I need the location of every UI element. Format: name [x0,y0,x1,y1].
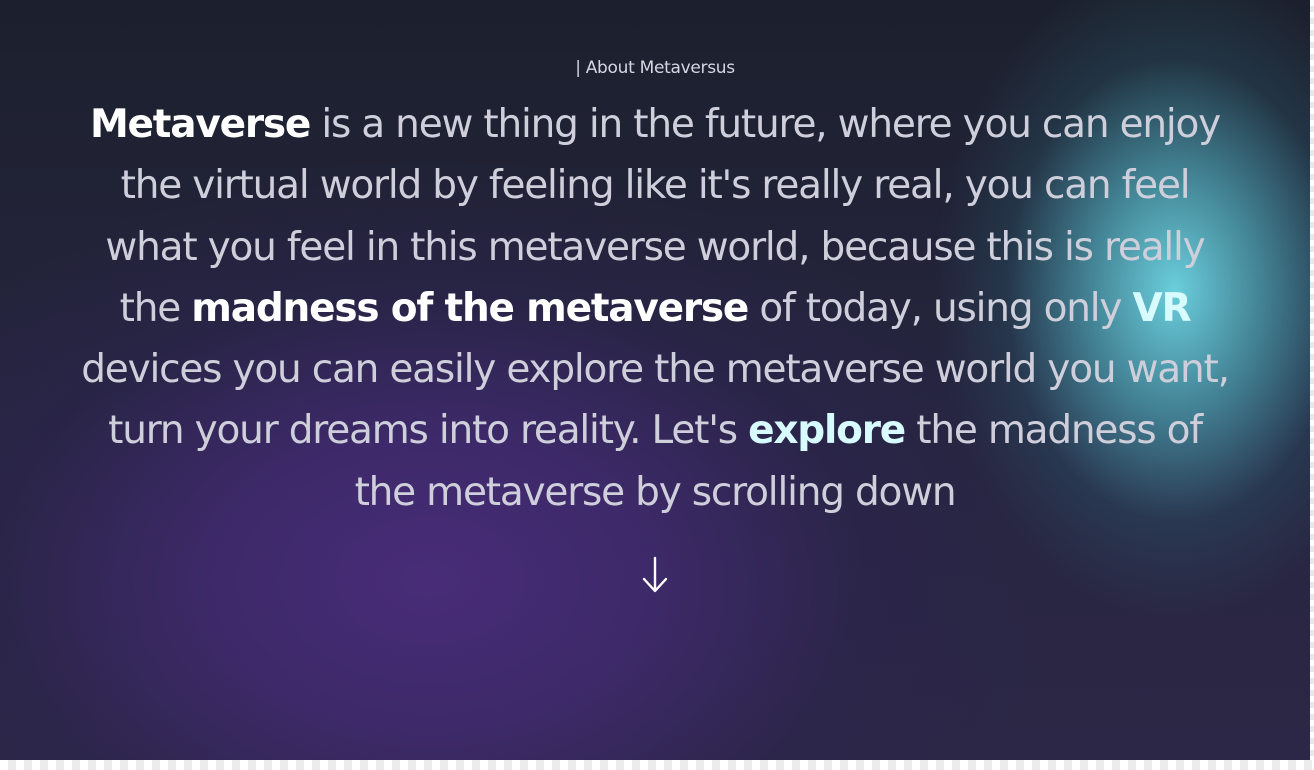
about-section: | About Metaversus Metaverse is a new th… [0,0,1310,760]
highlight-metaverse: Metaverse [89,102,311,147]
highlight-explore: explore [748,408,906,454]
arrow-down-icon-svg [642,556,668,593]
highlight-madness: madness of the metaverse [191,285,749,331]
highlight-vr: VR [1132,285,1191,331]
paragraph-text: of today, using only [748,285,1133,331]
viewport-edge-right [1310,0,1314,770]
about-paragraph: Metaverse is a new thing in the future, … [80,94,1230,523]
arrow-down-icon[interactable] [641,555,669,595]
viewport-edge-bottom [0,760,1314,770]
section-eyebrow: | About Metaversus [575,58,735,78]
